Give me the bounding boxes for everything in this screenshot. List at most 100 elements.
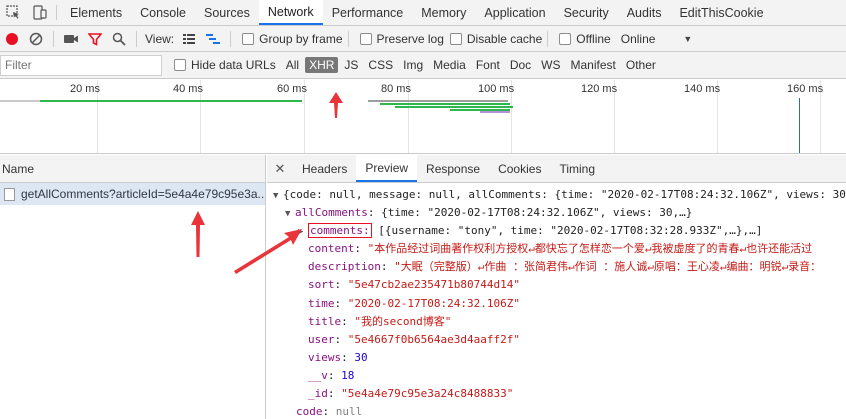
preserve-log-label: Preserve log [376, 31, 444, 46]
tick-label: 80 ms [381, 83, 411, 95]
json-value: "5e47cb2ae235471b80744d14" [347, 278, 520, 292]
json-root-summary: {code: null, message: null, allComments:… [283, 188, 846, 201]
tab-application[interactable]: Application [475, 0, 554, 25]
filter-type-manifest[interactable]: Manifest [567, 57, 620, 73]
tab-timing[interactable]: Timing [550, 155, 604, 182]
toolbar-separator [136, 30, 137, 47]
json-key: description [308, 260, 381, 274]
tab-security[interactable]: Security [555, 0, 618, 25]
json-value: "5e4a4e79c95e3a24c8488833" [341, 387, 514, 401]
checkbox-box[interactable] [559, 32, 572, 45]
toolbar-separator [53, 30, 54, 47]
request-row[interactable]: getAllComments?articleId=5e4a4e79c95e3a.… [0, 183, 265, 205]
filter-type-ws[interactable]: WS [537, 57, 564, 73]
network-toolbar: View: Group by frame Preserve log Disabl… [0, 26, 846, 52]
record-button[interactable] [0, 28, 24, 50]
json-key: content [308, 242, 355, 256]
tab-console[interactable]: Console [131, 0, 195, 25]
waterfall-overview-button[interactable] [201, 28, 225, 50]
preserve-log-checkbox[interactable]: Preserve log [354, 32, 444, 46]
tab-memory[interactable]: Memory [412, 0, 475, 25]
screenshot-button[interactable] [59, 28, 83, 50]
name-column-header[interactable]: Name [0, 155, 265, 183]
timeline-bar [368, 100, 508, 102]
filter-type-css[interactable]: CSS [364, 57, 397, 73]
tab-preview[interactable]: Preview [356, 155, 418, 182]
json-time-line: time: "2020-02-17T08:24:32.106Z" [308, 296, 520, 310]
json-comments-line[interactable]: ▶ comments: [{username: "tony", time: "20… [267, 222, 846, 240]
tab-performance[interactable]: Performance [323, 0, 413, 25]
offline-checkbox[interactable]: Offline [553, 31, 611, 46]
filter-type-doc[interactable]: Doc [506, 57, 535, 73]
filter-type-js[interactable]: JS [340, 57, 362, 73]
device-toolbar-icon[interactable] [26, 0, 52, 25]
filter-type-all[interactable]: All [282, 57, 303, 73]
expanded-triangle-icon[interactable]: ▼ [273, 187, 283, 205]
timeline-bar [395, 106, 513, 108]
json-key: title [308, 314, 342, 328]
expanded-triangle-icon[interactable]: ▼ [285, 205, 295, 223]
filter-bar: Hide data URLs All XHR JS CSS Img Media … [0, 52, 846, 79]
json-key-highlighted: comments: [308, 223, 372, 239]
checkbox-box[interactable] [359, 32, 372, 45]
json-key: time [308, 296, 335, 310]
json-value: 18 [341, 368, 355, 382]
json-value: "大眠（完整版）↵作曲 ：张简君伟↵作词 ：施人诚↵原唱：王心凌↵编曲：明锐↵录… [394, 260, 822, 274]
collapsed-triangle-icon[interactable]: ▶ [298, 223, 308, 241]
timeline-bar [40, 100, 302, 102]
filter-type-img[interactable]: Img [399, 57, 427, 73]
hide-data-urls-label: Hide data URLs [191, 58, 276, 72]
json-key: sort [308, 278, 335, 292]
offline-label: Offline [576, 31, 611, 46]
tick-label: 140 ms [684, 83, 721, 95]
json-allcomments-line[interactable]: ▼ allComments: {time: "2020-02-17T08:24:3… [267, 204, 846, 222]
checkbox-box[interactable] [174, 59, 186, 71]
request-name: getAllComments?articleId=5e4a4e79c95e3a.… [21, 187, 265, 201]
tab-editthiscookie[interactable]: EditThisCookie [670, 0, 772, 25]
hide-data-urls-checkbox[interactable]: Hide data URLs [168, 58, 276, 72]
checkbox-box[interactable] [242, 32, 255, 45]
json-key: allComments [295, 206, 368, 220]
tick-label: 160 ms [787, 83, 824, 95]
json-description-line: description: "大眠（完整版）↵作曲 ：张简君伟↵作词 ：施人诚↵原… [308, 260, 822, 274]
inspect-element-icon[interactable] [0, 0, 26, 25]
disable-cache-checkbox[interactable]: Disable cache [444, 32, 542, 46]
json-views-line: views: 30 [308, 350, 368, 364]
throttling-select[interactable]: Online ▼ [621, 32, 693, 46]
json-user-line: user: "5e4667f0b6564ae3d4aaff2f" [308, 332, 520, 346]
json-value: [{username: "tony", time: "2020-02-17T08… [371, 224, 763, 238]
disable-cache-label: Disable cache [466, 31, 543, 46]
request-list: Name getAllComments?articleId=5e4a4e79c9… [0, 155, 266, 419]
json-root-line[interactable]: ▼ {code: null, message: null, allComments… [267, 186, 846, 204]
tab-sources[interactable]: Sources [195, 0, 259, 25]
devtools-tab-bar: Elements Console Sources Network Perform… [0, 0, 846, 26]
json-key: _id [308, 387, 328, 401]
filter-type-font[interactable]: Font [472, 57, 504, 73]
filter-input[interactable] [0, 54, 162, 76]
filter-toggle-button[interactable] [83, 28, 107, 50]
filter-type-xhr[interactable]: XHR [305, 57, 339, 73]
group-by-frame-checkbox[interactable]: Group by frame [236, 32, 343, 46]
json-title-line: title: "我的second博客" [308, 314, 452, 328]
tick-label: 60 ms [277, 83, 307, 95]
filter-type-media[interactable]: Media [429, 57, 470, 73]
clear-button[interactable] [24, 28, 48, 50]
tab-headers[interactable]: Headers [293, 155, 356, 182]
search-button[interactable] [107, 28, 131, 50]
filter-funnel-icon [88, 32, 102, 46]
xhr-file-icon [4, 187, 15, 201]
filter-type-other[interactable]: Other [622, 57, 660, 73]
json-value: "5e4667f0b6564ae3d4aaff2f" [347, 332, 520, 346]
tab-elements[interactable]: Elements [61, 0, 131, 25]
tab-response[interactable]: Response [417, 155, 489, 182]
close-icon[interactable]: ✕ [267, 155, 293, 182]
large-rows-button[interactable] [177, 28, 201, 50]
tab-cookies[interactable]: Cookies [489, 155, 550, 182]
checkbox-box[interactable] [449, 32, 462, 45]
tab-audits[interactable]: Audits [618, 0, 671, 25]
chevron-down-icon: ▼ [683, 33, 693, 44]
tab-network[interactable]: Network [258, 0, 323, 25]
json-sort-line: sort: "5e47cb2ae235471b80744d14" [308, 278, 520, 292]
tick-label: 100 ms [478, 83, 515, 95]
network-overview[interactable]: 20 ms 40 ms 60 ms 80 ms 100 ms 120 ms 14… [0, 80, 846, 154]
